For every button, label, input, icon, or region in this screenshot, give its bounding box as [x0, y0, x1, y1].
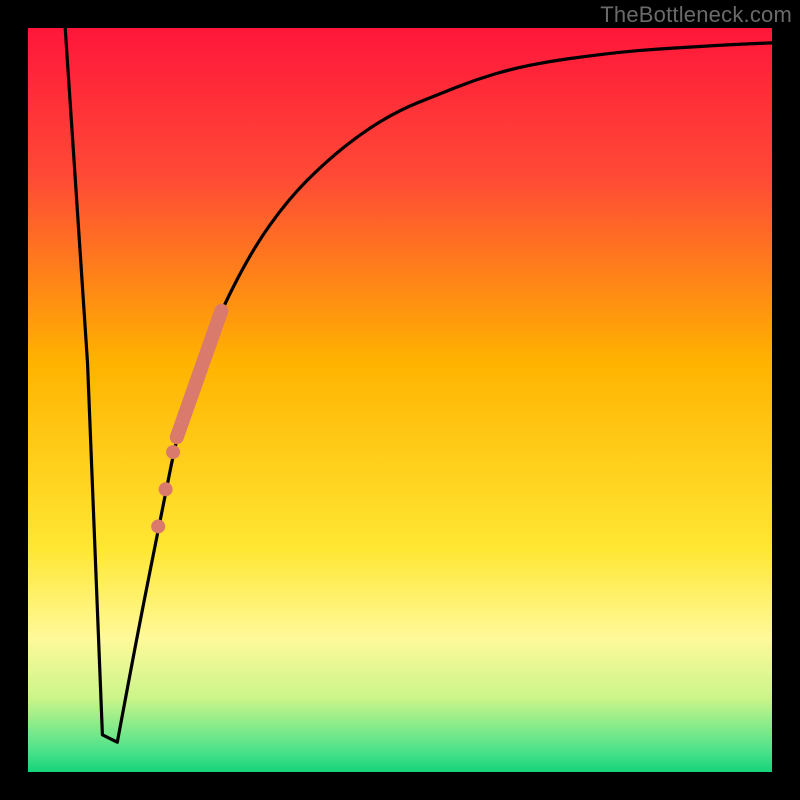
bottleneck-chart: [0, 0, 800, 800]
chart-frame: TheBottleneck.com: [0, 0, 800, 800]
marker-dot: [166, 445, 180, 459]
marker-dot: [151, 519, 165, 533]
plot-background: [28, 28, 772, 772]
marker-dot: [159, 482, 173, 496]
watermark-text: TheBottleneck.com: [600, 2, 792, 28]
